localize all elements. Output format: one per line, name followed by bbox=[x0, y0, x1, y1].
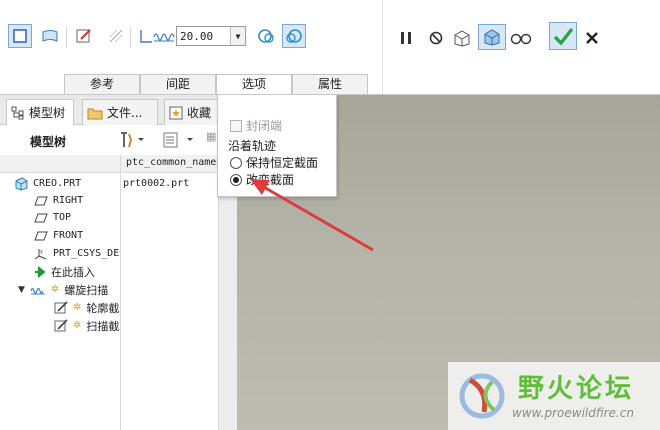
tab-folder-browser-label: 文件... bbox=[107, 106, 143, 120]
new-feature-icon: ✲ bbox=[73, 302, 82, 313]
favorites-icon bbox=[169, 106, 183, 119]
tab-pitch-label: 间距 bbox=[165, 77, 190, 91]
tab-properties-label: 属性 bbox=[317, 77, 342, 91]
tab-properties[interactable]: 属性 bbox=[292, 74, 368, 95]
tree-item-label: CREO.PRT bbox=[33, 178, 82, 189]
tree-extra-icon[interactable]: ▦ bbox=[206, 130, 216, 143]
tree-item-insert-here[interactable]: 在此插入 bbox=[34, 263, 118, 280]
tree-columns-icon[interactable] bbox=[162, 131, 198, 152]
radio-label: 保持恒定截面 bbox=[246, 156, 319, 170]
tree-item-helical-sweep[interactable]: ▼ ✲ 螺旋扫描 bbox=[18, 281, 120, 298]
ribbon: 20.00 ▼ 参考 间距 选项 属性 bbox=[0, 0, 660, 96]
insert-arrow-icon bbox=[35, 265, 46, 278]
right-hand-icon[interactable] bbox=[254, 24, 278, 48]
watermark-title: 野火论坛 bbox=[518, 374, 635, 404]
tab-references[interactable]: 参考 bbox=[64, 74, 140, 95]
datum-plane-icon bbox=[34, 231, 48, 240]
pause-icon[interactable] bbox=[394, 26, 418, 50]
tree-item-label: PRT_CSYS_DE bbox=[53, 248, 120, 259]
folder-icon bbox=[87, 108, 103, 119]
navigator-tabs: 模型树 文件... 收藏 bbox=[0, 95, 237, 125]
tab-favorites-label: 收藏 bbox=[187, 106, 212, 120]
tree-item-right-plane[interactable]: RIGHT bbox=[34, 192, 118, 209]
section-title-text: 沿着轨迹 bbox=[228, 139, 277, 153]
tree-item-profile-sketch[interactable]: ✲ 轮廓截 bbox=[54, 299, 120, 316]
tree-item-front-plane[interactable]: FRONT bbox=[34, 227, 118, 244]
pitch-value: 20.00 bbox=[180, 30, 214, 43]
tab-options-label: 选项 bbox=[241, 77, 266, 91]
radio-constant-section[interactable]: 保持恒定截面 bbox=[230, 154, 318, 171]
watermark-url: www.proewildfire.cn bbox=[512, 406, 634, 420]
tree-title: 模型树 bbox=[30, 135, 67, 149]
helix-pitch-icon bbox=[152, 24, 176, 48]
tree-item-sweep-section[interactable]: ✲ 扫描截 bbox=[54, 317, 120, 334]
preview-geometry-icon[interactable] bbox=[450, 26, 474, 50]
sketch-icon[interactable] bbox=[72, 24, 96, 48]
column-common-name[interactable]: ptc_common_name bbox=[126, 157, 216, 168]
collapse-icon[interactable]: ▼ bbox=[18, 285, 25, 295]
verify-mode-icon[interactable] bbox=[478, 24, 506, 50]
tree-column-header: ptc_common_name bbox=[0, 155, 237, 173]
tree-settings-icon[interactable] bbox=[118, 131, 146, 152]
glasses-preview-icon[interactable] bbox=[510, 26, 532, 50]
tree-item-label: TOP bbox=[53, 212, 72, 223]
divider bbox=[382, 0, 383, 94]
divider bbox=[66, 26, 67, 48]
cancel-icon[interactable] bbox=[580, 26, 604, 50]
left-hand-icon[interactable] bbox=[282, 24, 306, 48]
remove-material-icon[interactable] bbox=[104, 24, 128, 48]
sketch-icon bbox=[54, 318, 68, 331]
tree-item-label: 螺旋扫描 bbox=[64, 283, 109, 297]
column-divider bbox=[120, 155, 121, 430]
tab-references-label: 参考 bbox=[89, 77, 114, 91]
tree-item-label: 在此插入 bbox=[51, 265, 95, 279]
tree-item-common-name: prt0002.prt bbox=[123, 178, 190, 189]
tab-model-tree-label: 模型树 bbox=[29, 106, 66, 120]
tree-item-csys[interactable]: y PRT_CSYS_DE bbox=[34, 245, 120, 262]
chevron-down-icon[interactable]: ▼ bbox=[230, 27, 245, 45]
tree-header: 模型树 ▦ bbox=[0, 125, 237, 155]
capped-ends-option[interactable]: 封闭端 bbox=[230, 117, 282, 134]
tree-item-part[interactable]: CREO.PRT bbox=[14, 175, 118, 192]
tab-favorites[interactable]: 收藏 bbox=[164, 99, 224, 125]
tab-folder-browser[interactable]: 文件... bbox=[82, 99, 158, 125]
divider bbox=[130, 26, 131, 48]
no-preview-icon[interactable] bbox=[424, 26, 448, 50]
tab-model-tree[interactable]: 模型树 bbox=[6, 99, 74, 125]
tree-item-label: FRONT bbox=[53, 230, 84, 241]
tab-pitch[interactable]: 间距 bbox=[140, 74, 216, 95]
surface-icon[interactable] bbox=[38, 24, 62, 48]
part-icon bbox=[15, 176, 28, 191]
tree-item-label: 扫描截 bbox=[86, 319, 120, 333]
capped-ends-checkbox[interactable] bbox=[230, 119, 242, 132]
helical-sweep-icon bbox=[30, 287, 45, 294]
tree-item-label: RIGHT bbox=[53, 195, 84, 206]
watermark: 野火论坛 www.proewildfire.cn bbox=[448, 362, 660, 430]
tree-item-top-plane[interactable]: TOP bbox=[34, 209, 118, 226]
solid-icon[interactable] bbox=[8, 24, 32, 48]
annotation-arrow-icon bbox=[250, 179, 374, 252]
svg-text:y: y bbox=[40, 249, 43, 255]
coordinate-system-icon: y bbox=[34, 248, 47, 259]
sketch-icon bbox=[54, 300, 68, 313]
confirm-icon[interactable] bbox=[549, 22, 577, 50]
datum-plane-icon bbox=[34, 213, 48, 222]
capped-ends-label: 封闭端 bbox=[246, 119, 283, 133]
tree-item-label: 轮廓截 bbox=[86, 301, 120, 315]
watermark-logo-icon bbox=[459, 373, 505, 419]
tab-options[interactable]: 选项 bbox=[216, 74, 292, 96]
datum-plane-icon bbox=[34, 196, 48, 205]
new-feature-icon: ✲ bbox=[73, 320, 82, 331]
tree-icon bbox=[11, 106, 24, 119]
section-title: 沿着轨迹 bbox=[228, 137, 276, 154]
pitch-value-dropdown[interactable]: 20.00 ▼ bbox=[176, 26, 246, 46]
radio-button[interactable] bbox=[230, 156, 242, 169]
new-feature-icon: ✲ bbox=[50, 284, 60, 295]
